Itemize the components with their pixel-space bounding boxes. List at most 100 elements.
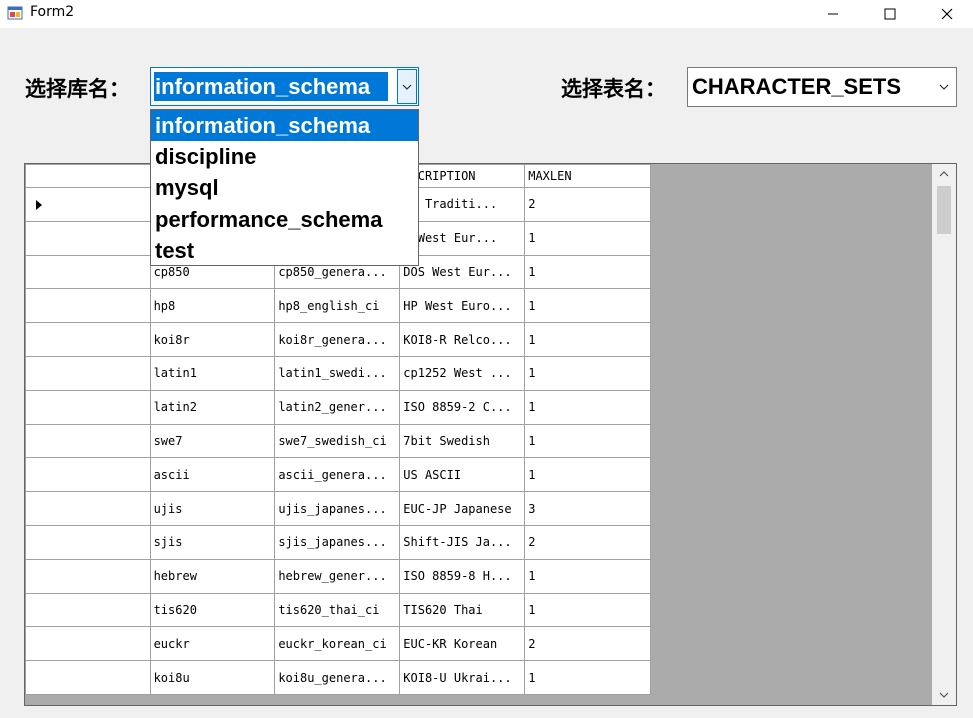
table-cell[interactable]: EUC-KR Korean [399,626,526,662]
table-cell[interactable]: 1 [524,355,651,391]
row-header-cell[interactable] [25,220,151,256]
table-row[interactable]: koi8r koi8r_genera... KOI8-R Relco... 1 [25,322,651,357]
table-cell[interactable]: KOI8-U Ukrai... [399,660,526,695]
scroll-down-button[interactable] [932,685,956,705]
table-combobox[interactable]: CHARACTER_SETS [687,67,957,107]
table-row[interactable]: ujis ujis_japanes... EUC-JP Japanese 3 [25,491,651,526]
table-cell[interactable]: 3 [524,491,651,526]
table-cell[interactable]: EUC-JP Japanese [399,491,526,526]
table-cell[interactable]: 1 [524,322,651,357]
table-cell[interactable]: 1 [524,457,651,493]
table-cell[interactable]: koi8u [149,660,276,695]
table-cell[interactable]: latin1 [149,355,276,391]
database-dropdown-list[interactable]: information_schema discipline mysql perf… [150,109,419,266]
table-cell[interactable]: 1 [524,220,651,256]
table-cell[interactable]: euckr_korean_ci [274,626,401,662]
minimize-button[interactable] [805,0,861,28]
table-cell[interactable]: 1 [524,592,651,628]
dropdown-option-test[interactable]: test [151,235,418,266]
database-combobox-value[interactable]: information_schema [154,72,388,101]
table-cell[interactable]: 1 [524,423,651,459]
table-cell[interactable]: ujis [149,491,276,526]
table-cell[interactable]: 2 [524,626,651,662]
table-cell[interactable]: swe7 [149,423,276,459]
table-cell[interactable]: latin2 [149,389,276,425]
table-cell[interactable]: 7bit Swedish [399,423,526,459]
table-cell[interactable]: 1 [524,254,651,290]
row-header-cell[interactable] [25,660,151,695]
table-cell[interactable]: ascii_genera... [274,457,401,493]
table-combobox-value[interactable]: CHARACTER_SETS [692,73,901,101]
table-cell[interactable]: ISO 8859-2 C... [399,389,526,425]
table-cell[interactable]: ascii [149,457,276,493]
table-cell[interactable]: 2 [524,524,651,560]
table-cell[interactable]: swe7_swedish_ci [274,423,401,459]
table-cell[interactable]: 1 [524,288,651,324]
row-header-cell[interactable] [25,322,151,357]
column-header[interactable]: MAXLEN [524,164,651,188]
dropdown-option-discipline[interactable]: discipline [151,141,418,172]
dropdown-option-performance-schema[interactable]: performance_schema [151,204,418,235]
database-dropdown-button[interactable] [397,69,417,104]
maximize-button[interactable] [862,0,918,28]
table-row[interactable]: ascii ascii_genera... US ASCII 1 [25,457,651,493]
close-button[interactable] [919,0,973,28]
database-combobox[interactable]: information_schema [150,67,419,106]
row-header-cell[interactable] [25,592,151,628]
table-cell[interactable]: hebrew_gener... [274,558,401,594]
table-cell[interactable]: koi8u_genera... [274,660,401,695]
table-cell[interactable]: tis620_thai_ci [274,592,401,628]
table-cell[interactable]: koi8r [149,322,276,357]
table-row[interactable]: hp8 hp8_english_ci HP West Euro... 1 [25,288,651,324]
table-cell[interactable]: cp1252 West ... [399,355,526,391]
table-cell[interactable]: hp8_english_ci [274,288,401,324]
table-cell[interactable]: 1 [524,558,651,594]
row-header-cell[interactable] [25,626,151,662]
table-cell[interactable]: hebrew [149,558,276,594]
row-header-cell[interactable] [25,423,151,459]
table-cell[interactable]: ISO 8859-8 H... [399,558,526,594]
database-label: 选择库名： [25,77,130,101]
table-cell[interactable]: KOI8-R Relco... [399,322,526,357]
table-cell[interactable]: hp8 [149,288,276,324]
table-cell[interactable]: 2 [524,187,651,222]
row-header-cell[interactable] [25,457,151,493]
row-header-cell[interactable] [25,355,151,391]
table-cell[interactable]: ujis_japanes... [274,491,401,526]
table-dropdown-button[interactable] [934,76,954,98]
table-cell[interactable]: latin2_gener... [274,389,401,425]
table-row[interactable]: euckr euckr_korean_ci EUC-KR Korean 2 [25,626,651,662]
column-header[interactable] [25,164,151,188]
table-cell[interactable]: koi8r_genera... [274,322,401,357]
row-header-cell[interactable] [25,558,151,594]
row-header-cell[interactable] [25,389,151,425]
table-cell[interactable]: euckr [149,626,276,662]
row-header-cell[interactable] [25,524,151,560]
table-cell[interactable]: HP West Euro... [399,288,526,324]
table-row[interactable]: swe7 swe7_swedish_ci 7bit Swedish 1 [25,423,651,459]
dropdown-option-information-schema[interactable]: information_schema [151,110,418,142]
table-cell[interactable]: sjis [149,524,276,560]
table-cell[interactable]: TIS620 Thai [399,592,526,628]
row-header-cell[interactable] [25,491,151,526]
table-cell[interactable]: tis620 [149,592,276,628]
table-cell[interactable]: sjis_japanes... [274,524,401,560]
table-cell[interactable]: US ASCII [399,457,526,493]
table-row[interactable]: latin2 latin2_gener... ISO 8859-2 C... 1 [25,389,651,425]
table-row[interactable]: sjis sjis_japanes... Shift-JIS Ja... 2 [25,524,651,560]
table-row[interactable]: hebrew hebrew_gener... ISO 8859-8 H... 1 [25,558,651,594]
row-header-cell[interactable] [25,288,151,324]
table-row[interactable]: latin1 latin1_swedi... cp1252 West ... 1 [25,355,651,391]
vertical-scrollbar[interactable] [932,164,956,705]
table-cell[interactable]: 1 [524,389,651,425]
scrollbar-thumb[interactable] [937,186,951,234]
table-cell[interactable]: Shift-JIS Ja... [399,524,526,560]
table-row[interactable]: tis620 tis620_thai_ci TIS620 Thai 1 [25,592,651,628]
dropdown-option-mysql[interactable]: mysql [151,172,418,203]
table-cell[interactable]: latin1_swedi... [274,355,401,391]
table-row[interactable]: koi8u koi8u_genera... KOI8-U Ukrai... 1 [25,660,651,695]
table-cell[interactable]: 1 [524,660,651,695]
row-header-cell[interactable] [25,254,151,290]
row-header-cell[interactable] [25,187,151,222]
scroll-up-button[interactable] [932,164,956,184]
